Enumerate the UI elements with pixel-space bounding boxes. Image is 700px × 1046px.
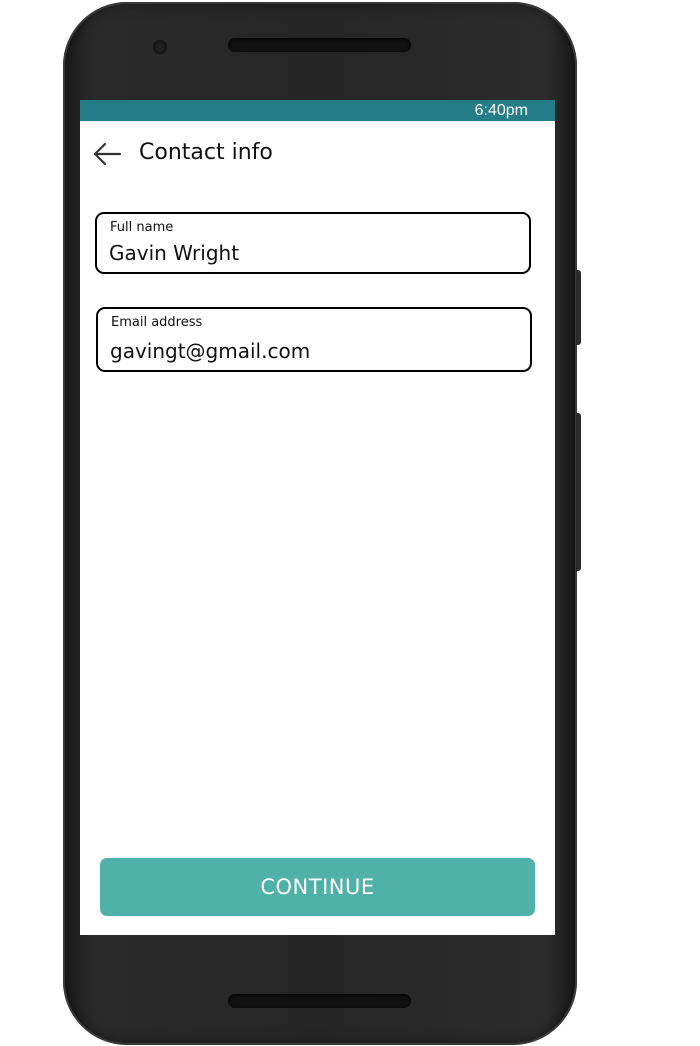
page: 6:40pm Contact info Full name Gavin Wrig… [0,0,700,1046]
earpiece-speaker [228,38,411,52]
back-button[interactable] [90,137,124,171]
arrow-left-icon [93,142,122,166]
status-time: 6:40pm [474,102,528,119]
power-button [576,270,581,345]
bottom-speaker [228,994,411,1008]
continue-button[interactable]: CONTINUE [100,858,535,916]
email-label: Email address [111,315,203,330]
phone-screen: 6:40pm Contact info Full name Gavin Wrig… [80,100,555,935]
page-title: Contact info [139,140,273,165]
full-name-field[interactable]: Full name Gavin Wright [95,212,531,274]
email-value[interactable]: gavingt@gmail.com [110,339,310,363]
full-name-label: Full name [110,220,174,235]
full-name-value[interactable]: Gavin Wright [109,241,239,265]
app-bar: Contact info [80,121,555,187]
front-camera [153,40,167,54]
status-bar: 6:40pm [80,100,555,121]
volume-rocker [576,413,581,571]
email-field[interactable]: Email address gavingt@gmail.com [96,307,532,372]
